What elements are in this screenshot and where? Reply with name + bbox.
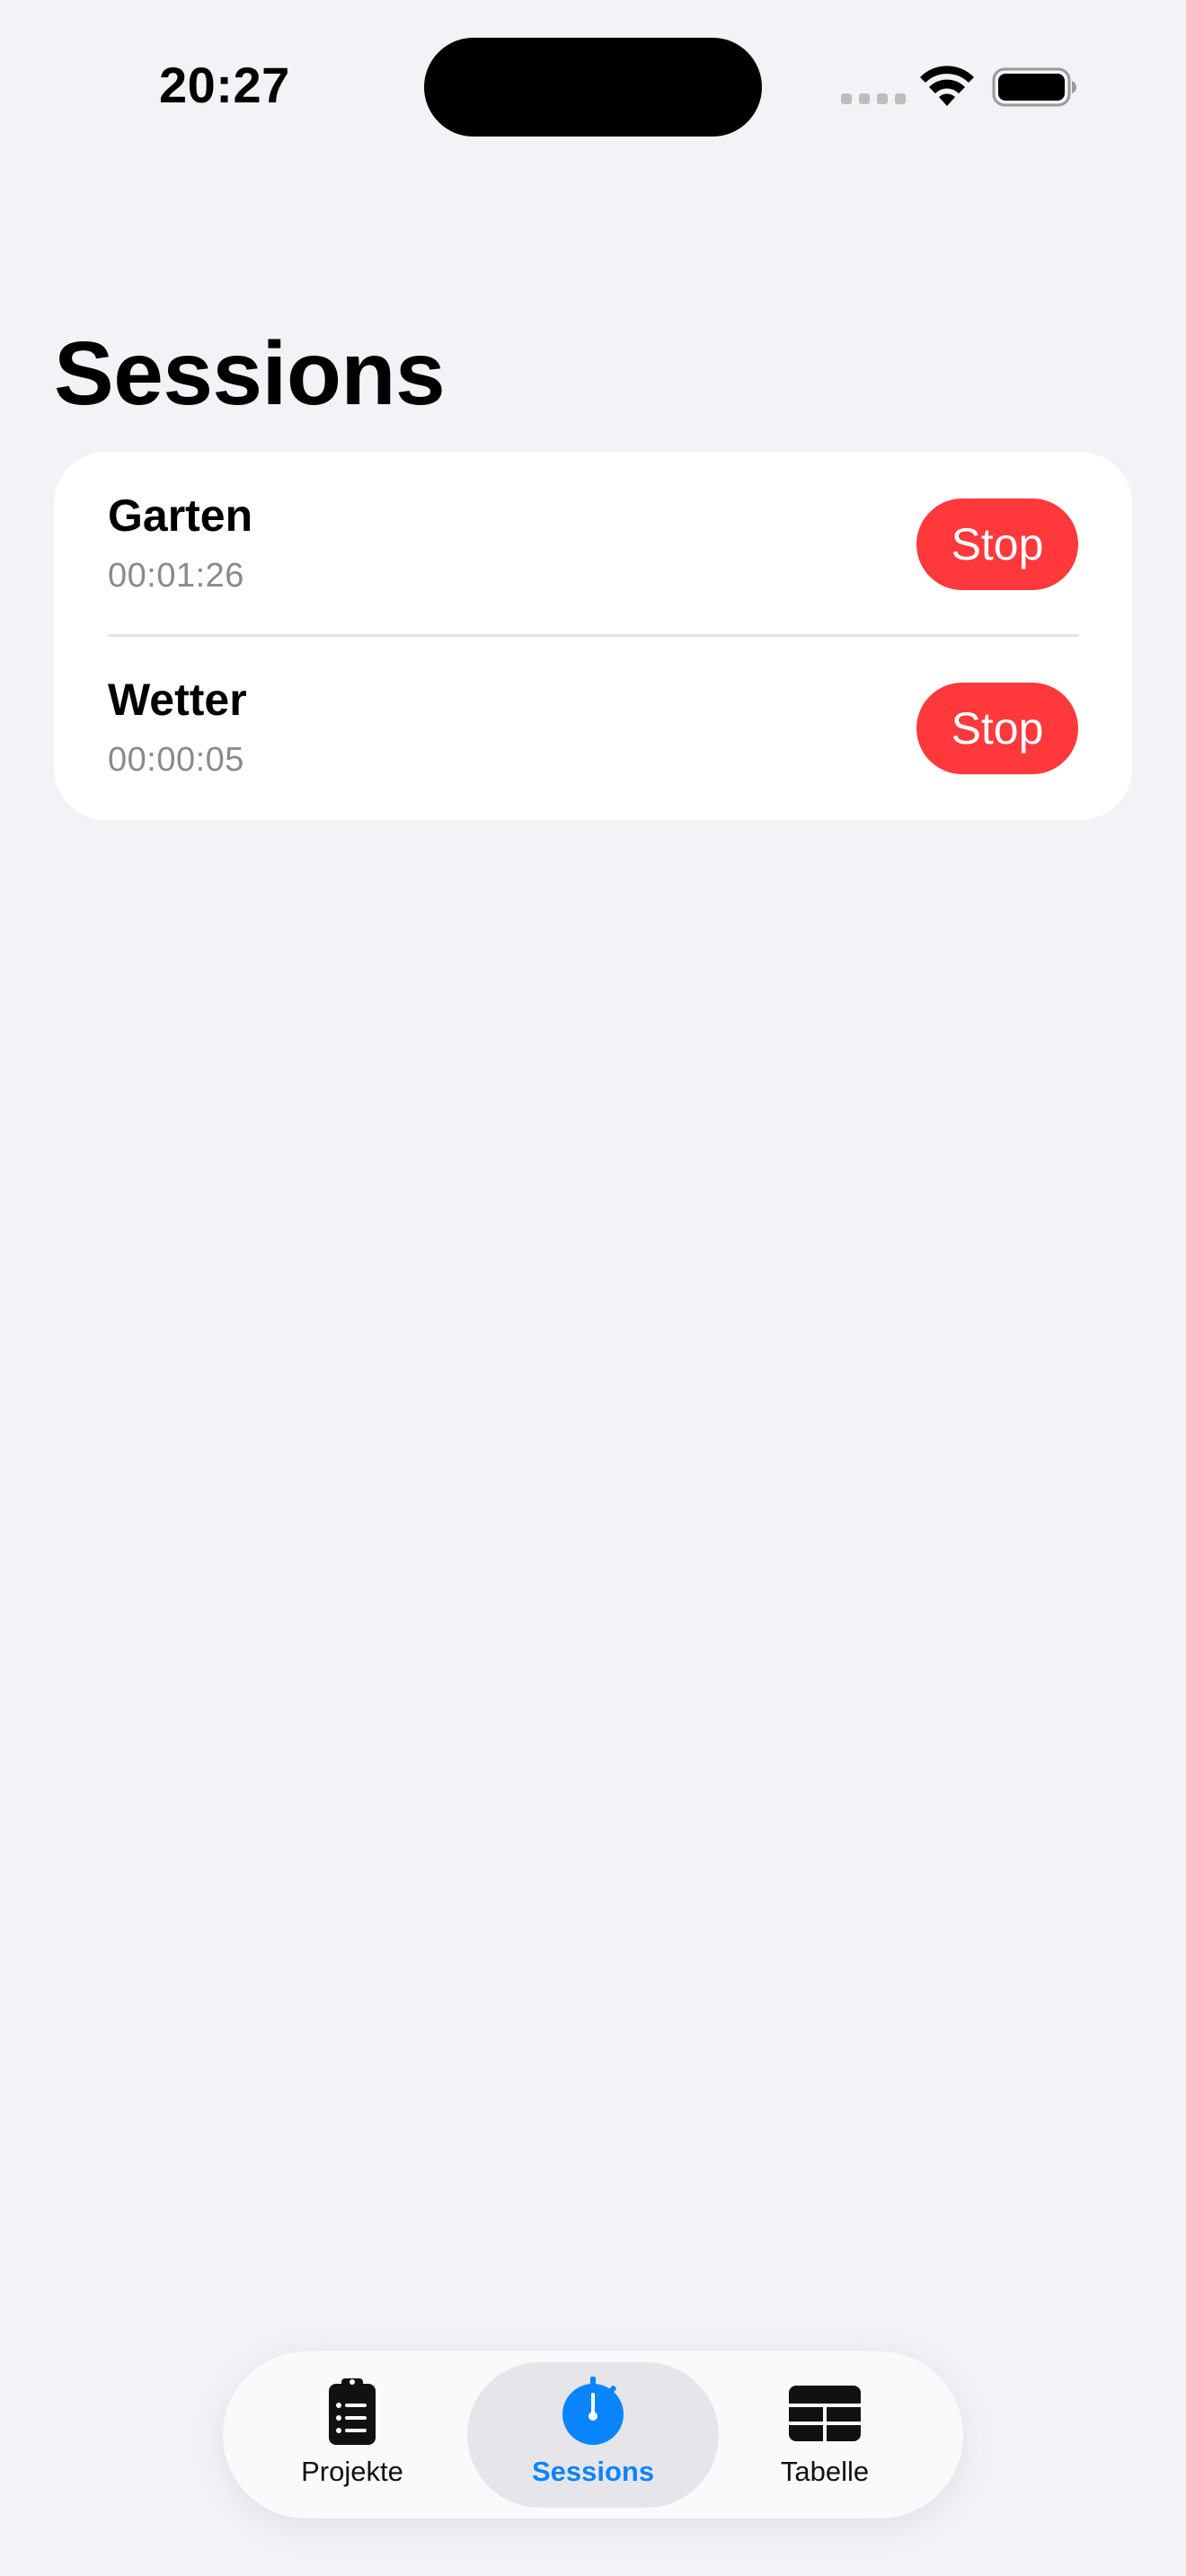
tab-label: Tabelle	[780, 2456, 870, 2487]
tab-projekte[interactable]: Projekte	[226, 2362, 478, 2508]
stop-button[interactable]: Stop	[916, 683, 1078, 774]
tab-label: Projekte	[301, 2456, 403, 2487]
sessions-list: Garten 00:01:26 Stop Wetter 00:00:05 Sto…	[54, 452, 1132, 820]
tab-label: Sessions	[531, 2456, 655, 2487]
stopwatch-icon	[562, 2377, 624, 2445]
page-title: Sessions	[54, 323, 446, 424]
status-time: 20:27	[159, 57, 290, 113]
session-elapsed-time: 00:01:26	[108, 557, 244, 595]
tab-bar: Projekte Sessions Tabelle	[223, 2351, 963, 2519]
battery-icon	[992, 67, 1076, 107]
stop-button[interactable]: Stop	[916, 498, 1078, 590]
tab-sessions[interactable]: Sessions	[467, 2362, 719, 2508]
session-name: Wetter	[108, 675, 247, 725]
wifi-icon	[920, 66, 974, 106]
table-icon	[789, 2386, 861, 2441]
session-row: Garten 00:01:26 Stop	[54, 452, 1132, 637]
session-row: Wetter 00:00:05 Stop	[54, 636, 1132, 820]
dynamic-island	[424, 38, 762, 137]
session-name: Garten	[108, 490, 253, 541]
session-elapsed-time: 00:00:05	[108, 741, 244, 779]
clipboard-list-icon	[329, 2378, 376, 2445]
tab-tabelle[interactable]: Tabelle	[699, 2362, 951, 2508]
cellular-signal-icon	[841, 93, 906, 104]
